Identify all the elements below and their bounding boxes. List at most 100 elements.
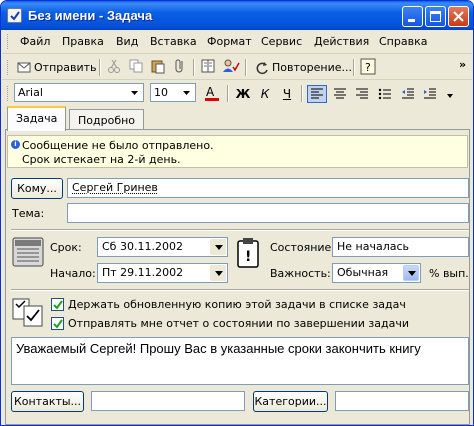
- menu-file[interactable]: Файл: [20, 35, 50, 48]
- send-report-label: Отправлять мне отчет о состоянии по заве…: [68, 317, 409, 330]
- close-button[interactable]: [448, 6, 469, 27]
- window-title: Без имени - Задача: [28, 8, 153, 23]
- status-select[interactable]: Не началась: [332, 237, 469, 257]
- menu-actions[interactable]: Действия: [314, 35, 369, 48]
- contacts-button[interactable]: Контакты...: [11, 391, 84, 412]
- start-date-dropdown[interactable]: [210, 265, 226, 281]
- paste-icon[interactable]: [150, 58, 166, 77]
- recurrence-button[interactable]: Повторение...: [252, 58, 352, 77]
- toolbar-overflow[interactable]: »: [459, 58, 466, 71]
- categories-button[interactable]: Категории...: [253, 391, 328, 412]
- font-size-value: 10: [154, 86, 168, 99]
- task-body[interactable]: Уважаемый Сергей! Прошу Вас в указанные …: [11, 337, 469, 385]
- font-size-select[interactable]: 10: [150, 83, 196, 102]
- address-book-icon[interactable]: [200, 58, 216, 77]
- bullets-icon: [378, 88, 391, 100]
- toolbar-separator: [301, 85, 303, 102]
- help-icon[interactable]: ?: [360, 58, 376, 77]
- priority-value: Обычная: [337, 266, 389, 279]
- toolbar-grip[interactable]: [7, 86, 10, 101]
- minimize-icon: [408, 19, 415, 22]
- start-date-field[interactable]: Пт 29.11.2002: [97, 263, 228, 283]
- align-center-icon: [334, 88, 346, 99]
- due-date-dropdown[interactable]: [210, 239, 226, 255]
- increase-indent-icon: [424, 88, 436, 99]
- info-line-1: Сообщение не было отправлено.: [22, 139, 214, 152]
- title-bar[interactable]: Без имени - Задача: [1, 1, 473, 30]
- font-value: Arial: [18, 86, 43, 99]
- bullets-button[interactable]: [375, 85, 395, 103]
- menu-help[interactable]: Справка: [379, 35, 427, 48]
- svg-text:!: !: [245, 249, 251, 265]
- svg-text:?: ?: [365, 61, 371, 74]
- info-bar: i Сообщение не было отправлено. Срок ист…: [7, 135, 468, 168]
- menu-tools[interactable]: Сервис: [261, 35, 302, 48]
- checkmark-icon: [53, 319, 63, 329]
- font-color-icon[interactable]: A: [203, 84, 221, 102]
- chevron-down-icon: [183, 91, 190, 95]
- menu-format[interactable]: Формат: [207, 35, 252, 48]
- clipboard-icon: !: [237, 238, 259, 268]
- cut-icon[interactable]: [106, 58, 122, 77]
- bold-button[interactable]: Ж: [233, 85, 253, 103]
- menu-grip[interactable]: [7, 34, 10, 49]
- menu-view[interactable]: Вид: [116, 35, 138, 48]
- toolbar-options-icon[interactable]: [446, 92, 454, 100]
- info-line-2: Срок истекает на 2-й день.: [22, 153, 181, 166]
- priority-select[interactable]: Обычная: [332, 263, 421, 283]
- align-right-icon: [356, 88, 368, 99]
- minimize-button[interactable]: [402, 6, 423, 27]
- contacts-field[interactable]: [91, 391, 245, 411]
- subject-label: Тема:: [12, 207, 45, 220]
- recurrence-label: Повторение...: [272, 61, 352, 74]
- send-report-checkbox[interactable]: [51, 317, 64, 330]
- tab-task[interactable]: Задача: [7, 106, 67, 131]
- subject-field[interactable]: [67, 203, 469, 223]
- divider: [11, 289, 469, 291]
- decrease-indent-button[interactable]: [398, 85, 418, 103]
- menu-bar: Файл Правка Вид Вставка Формат Сервис Де…: [2, 30, 472, 54]
- tab-details[interactable]: Подробно: [69, 109, 145, 131]
- keep-copy-label: Держать обновленную копию этой задачи в …: [68, 298, 406, 311]
- recurrence-icon: [256, 62, 268, 75]
- checkmark-icon: [53, 300, 63, 310]
- check-names-icon[interactable]: [222, 58, 240, 77]
- task-window: Без имени - Задача Файл Правка Вид Встав…: [0, 0, 474, 426]
- copy-icon[interactable]: [128, 58, 144, 77]
- status-value: Не началась: [337, 240, 410, 253]
- send-button[interactable]: Отправить: [14, 58, 97, 77]
- menu-edit[interactable]: Правка: [62, 35, 104, 48]
- toolbar-grip[interactable]: [7, 60, 10, 75]
- svg-text:A: A: [206, 85, 215, 99]
- underline-button[interactable]: Ч: [277, 85, 297, 103]
- decrease-indent-icon: [402, 88, 414, 99]
- close-icon: [453, 11, 464, 22]
- start-label: Начало:: [50, 267, 96, 280]
- task-icon: [7, 8, 22, 23]
- attach-icon[interactable]: [172, 58, 188, 77]
- chevron-down-icon: [215, 245, 223, 250]
- status-label: Состояние:: [270, 241, 336, 254]
- align-left-button[interactable]: [307, 85, 327, 103]
- align-center-button[interactable]: [330, 85, 350, 103]
- menu-insert[interactable]: Вставка: [150, 35, 197, 48]
- maximize-button[interactable]: [425, 6, 446, 27]
- due-date-field[interactable]: Сб 30.11.2002: [97, 237, 228, 257]
- to-button[interactable]: Кому...: [11, 178, 63, 199]
- align-left-icon: [311, 88, 323, 99]
- align-right-button[interactable]: [352, 85, 372, 103]
- categories-field[interactable]: [335, 391, 469, 411]
- start-date-value: Пт 29.11.2002: [102, 266, 184, 279]
- italic-button[interactable]: К: [255, 85, 275, 103]
- font-select[interactable]: Arial: [14, 83, 144, 102]
- maximize-icon: [430, 11, 441, 22]
- info-icon: i: [11, 140, 20, 149]
- toolbar-separator: [99, 59, 101, 76]
- keep-copy-checkbox[interactable]: [51, 298, 64, 311]
- chevron-down-icon: [131, 91, 138, 95]
- to-field[interactable]: Сергей Гринев: [67, 178, 469, 198]
- priority-dropdown[interactable]: [403, 265, 419, 281]
- increase-indent-button[interactable]: [420, 85, 440, 103]
- send-icon: [17, 62, 31, 73]
- toolbar-separator: [245, 59, 247, 76]
